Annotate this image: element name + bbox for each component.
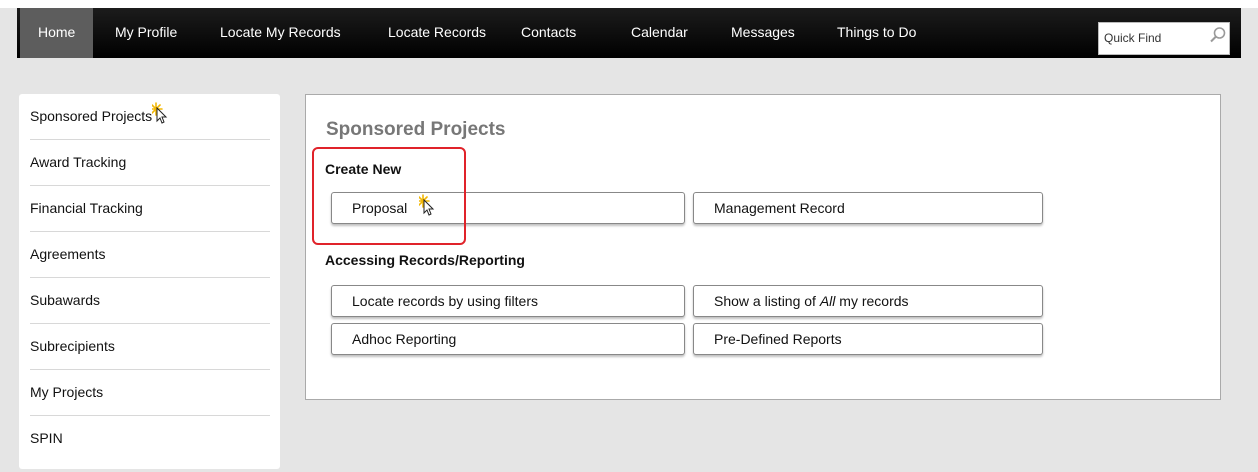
nav-contacts[interactable]: Contacts xyxy=(503,8,594,58)
management-record-button[interactable]: Management Record xyxy=(693,192,1043,224)
quick-find-box xyxy=(1098,22,1230,55)
show-all-label-pre: Show a listing of xyxy=(714,293,820,309)
locate-records-filters-button[interactable]: Locate records by using filters xyxy=(331,285,685,317)
sidebar-item-spin[interactable]: SPIN xyxy=(30,416,270,462)
nav-my-profile[interactable]: My Profile xyxy=(97,8,195,58)
sidebar-item-financial-tracking[interactable]: Financial Tracking xyxy=(30,186,270,232)
show-all-label-post: my records xyxy=(835,293,909,309)
search-icon[interactable] xyxy=(1209,26,1227,44)
show-all-label-em: All xyxy=(819,293,836,309)
sidebar-item-award-tracking[interactable]: Award Tracking xyxy=(30,140,270,186)
sidebar-item-my-projects[interactable]: My Projects xyxy=(30,370,270,416)
highlight-box xyxy=(312,147,466,245)
nav-messages[interactable]: Messages xyxy=(713,8,813,58)
pre-defined-reports-button[interactable]: Pre-Defined Reports xyxy=(693,323,1043,355)
cursor-highlight-icon xyxy=(152,102,168,124)
sidebar-item-sponsored-projects[interactable]: Sponsored Projects xyxy=(30,94,270,140)
sponsored-projects-panel: Sponsored Projects Create New Proposal M… xyxy=(305,94,1221,400)
sidebar-item-subawards[interactable]: Subawards xyxy=(30,278,270,324)
nav-home[interactable]: Home xyxy=(20,8,94,58)
page-title: Sponsored Projects xyxy=(326,119,506,140)
top-navbar: Home My Profile Locate My Records Locate… xyxy=(17,8,1241,58)
nav-calendar[interactable]: Calendar xyxy=(613,8,706,58)
nav-locate-records[interactable]: Locate Records xyxy=(370,8,504,58)
sidebar-item-label: Sponsored Projects xyxy=(30,108,153,124)
sidebar-item-agreements[interactable]: Agreements xyxy=(30,232,270,278)
adhoc-reporting-button[interactable]: Adhoc Reporting xyxy=(331,323,685,355)
top-strip xyxy=(0,0,1258,8)
show-all-records-button[interactable]: Show a listing of All my records xyxy=(693,285,1043,317)
sidebar-item-subrecipients[interactable]: Subrecipients xyxy=(30,324,270,370)
sidebar: Sponsored Projects Award Tracking Financ… xyxy=(19,94,280,469)
nav-things-to-do[interactable]: Things to Do xyxy=(819,8,934,58)
quick-find-input[interactable] xyxy=(1104,31,1194,45)
nav-locate-my-records[interactable]: Locate My Records xyxy=(202,8,359,58)
accessing-records-heading: Accessing Records/Reporting xyxy=(325,252,525,268)
